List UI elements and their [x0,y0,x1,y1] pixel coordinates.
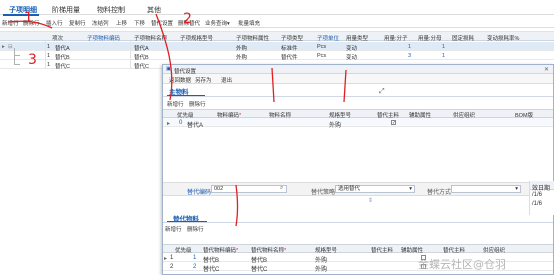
watermark: 金蝶云社区@仓羽 [418,258,506,271]
annotation-number: 2 [183,11,192,27]
annotation-number: 3 [28,52,37,68]
annotation-number: 1 [24,10,33,26]
annotation-overlay [7,13,347,227]
